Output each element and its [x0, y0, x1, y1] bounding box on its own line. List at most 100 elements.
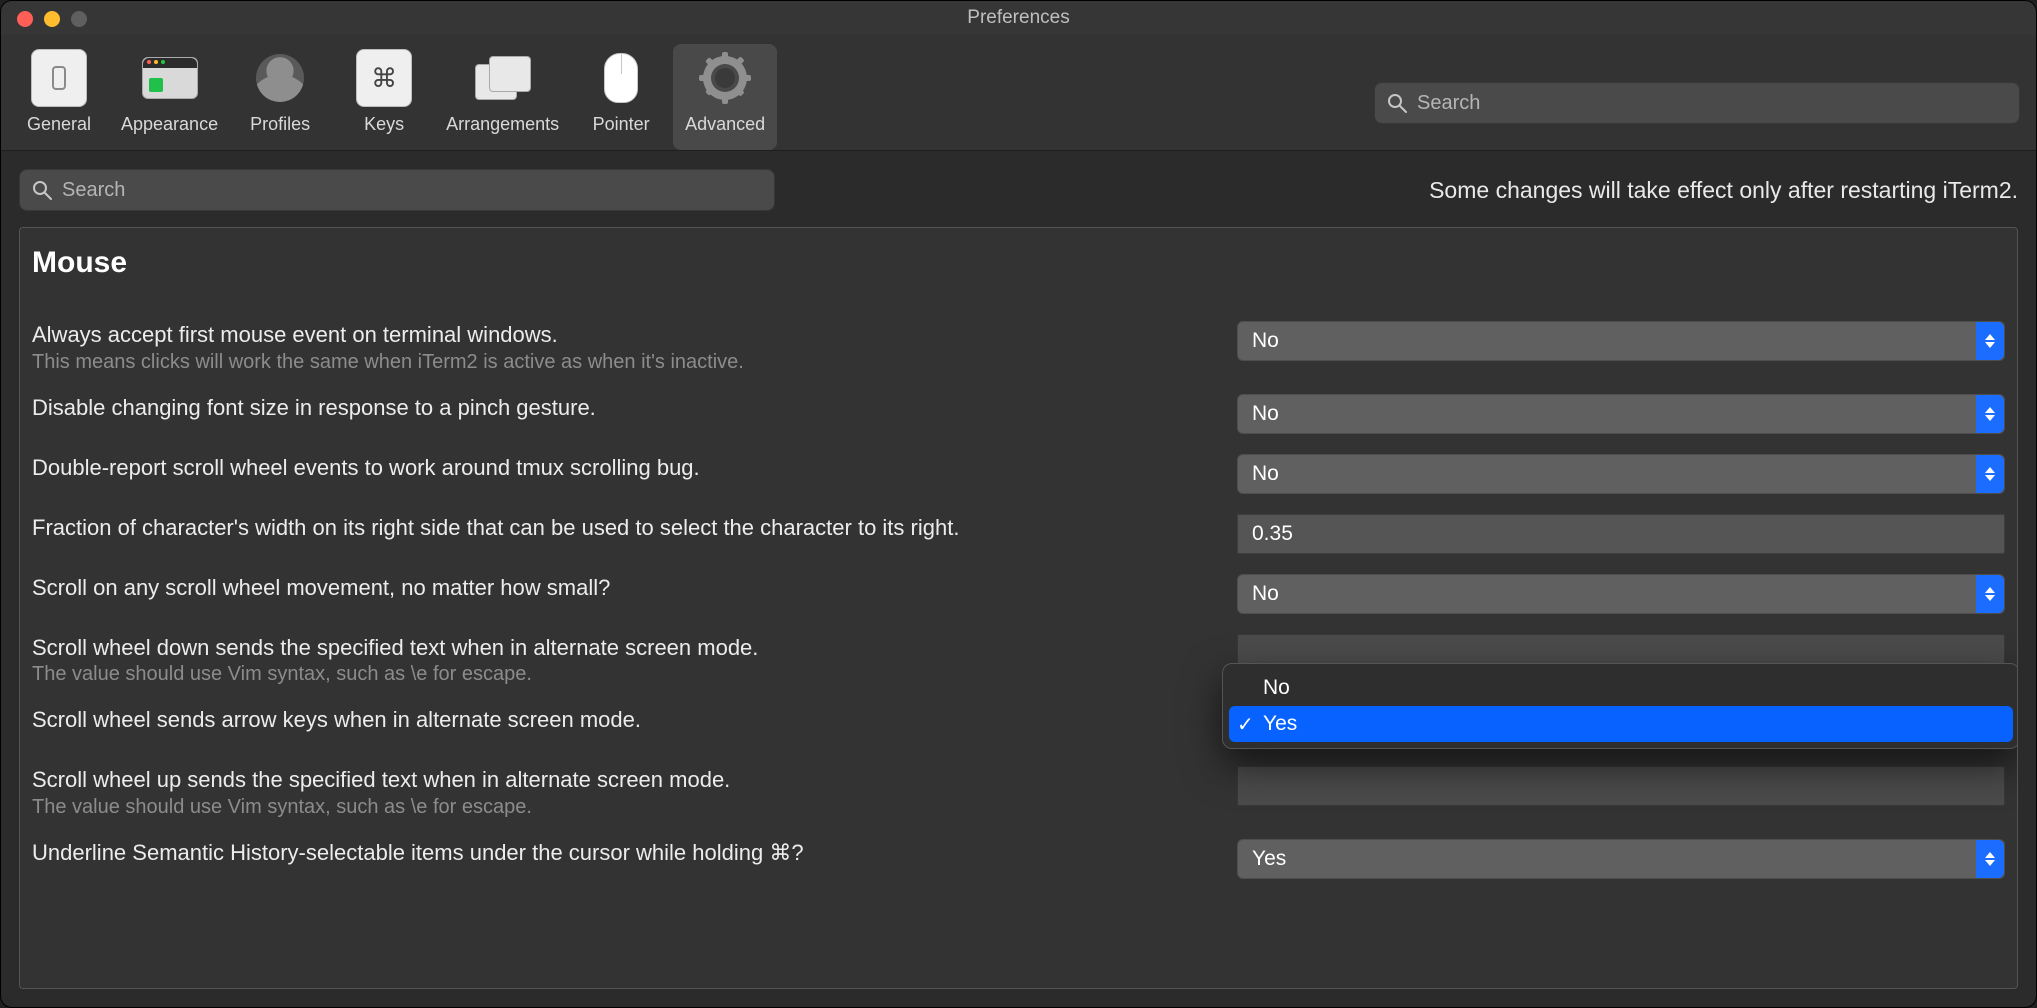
content: Some changes will take effect only after… [1, 151, 2036, 1007]
tab-pointer[interactable]: Pointer [569, 44, 673, 150]
setting-row-disable-pinch-font: Disable changing font size in response t… [20, 384, 2017, 444]
tab-label: Pointer [593, 114, 650, 135]
select-underline-semantic-history[interactable]: Yes [1237, 839, 2005, 879]
tab-general[interactable]: General [7, 44, 111, 150]
tab-label: Arrangements [446, 114, 559, 135]
select-value: No [1252, 582, 1279, 606]
setting-control: No [1237, 394, 2005, 434]
setting-row-char-right-fraction: Fraction of character's width on its rig… [20, 504, 2017, 564]
popup-option-label: Yes [1263, 712, 1297, 736]
general-icon [31, 50, 87, 106]
setting-control: Yes [1237, 839, 2005, 879]
setting-sublabel: This means clicks will work the same whe… [32, 351, 1217, 374]
tab-label: General [27, 114, 91, 135]
setting-label-wrap: Scroll wheel sends arrow keys when in al… [32, 706, 1217, 734]
setting-label-wrap: Fraction of character's width on its rig… [32, 514, 1217, 542]
tab-arrangements[interactable]: Arrangements [436, 44, 569, 150]
profiles-icon [252, 50, 308, 106]
select-disable-pinch-font[interactable]: No [1237, 394, 2005, 434]
setting-label: Scroll wheel up sends the specified text… [32, 766, 1217, 794]
stepper-icon [1976, 322, 2004, 360]
select-value: No [1252, 329, 1279, 353]
keys-icon: ⌘ [356, 50, 412, 106]
setting-sublabel: The value should use Vim syntax, such as… [32, 663, 1217, 686]
select-value: No [1252, 402, 1279, 426]
setting-control: No [1237, 321, 2005, 361]
setting-label-wrap: Double-report scroll wheel events to wor… [32, 454, 1217, 482]
pointer-icon [593, 50, 649, 106]
setting-label-wrap: Disable changing font size in response t… [32, 394, 1217, 422]
textfield-wheel-up-text[interactable] [1237, 766, 2005, 806]
arrangements-icon [475, 50, 531, 106]
select-double-report-scroll[interactable]: No [1237, 454, 2005, 494]
tab-label: Profiles [250, 114, 310, 135]
setting-row-double-report-scroll: Double-report scroll wheel events to wor… [20, 444, 2017, 504]
setting-label-wrap: Scroll wheel up sends the specified text… [32, 766, 1217, 819]
restart-notice: Some changes will take effect only after… [1429, 177, 2018, 204]
popup-option-yes[interactable]: ✓ Yes [1229, 706, 2013, 742]
setting-label-wrap: Scroll wheel down sends the specified te… [32, 634, 1217, 687]
window-title: Preferences [967, 7, 1069, 29]
tab-label: Appearance [121, 114, 218, 135]
select-accept-first-mouse[interactable]: No [1237, 321, 2005, 361]
setting-label: Double-report scroll wheel events to wor… [32, 454, 1217, 482]
setting-row-wheel-up-text: Scroll wheel up sends the specified text… [20, 756, 2017, 829]
window-zoom-button[interactable] [71, 11, 87, 27]
stepper-icon [1976, 455, 2004, 493]
stepper-icon [1976, 395, 2004, 433]
setting-label: Underline Semantic History-selectable it… [32, 839, 1217, 867]
toolbar: General Appearance Profiles ⌘ Keys [1, 36, 2036, 151]
setting-label: Fraction of character's width on its rig… [32, 514, 1217, 542]
window-controls [17, 11, 87, 27]
setting-label-wrap: Always accept first mouse event on termi… [32, 321, 1217, 374]
popup-option-label: No [1263, 676, 1290, 700]
settings-rows: Always accept first mouse event on termi… [20, 311, 2017, 929]
setting-control [1237, 766, 2005, 806]
titlebar: Preferences [1, 1, 2036, 36]
search-icon [32, 180, 52, 200]
search-icon [1387, 93, 1407, 113]
gear-icon [697, 50, 753, 106]
tab-keys[interactable]: ⌘ Keys [332, 44, 436, 150]
setting-control: No [1237, 574, 2005, 614]
tab-profiles[interactable]: Profiles [228, 44, 332, 150]
window-close-button[interactable] [17, 11, 33, 27]
settings-group-mouse: Mouse Always accept first mouse event on… [19, 227, 2018, 989]
select-scroll-any-movement[interactable]: No [1237, 574, 2005, 614]
toolbar-search-input[interactable] [1415, 91, 2007, 116]
setting-row-underline-semantic-history: Underline Semantic History-selectable it… [20, 829, 2017, 889]
advanced-search [19, 169, 775, 211]
textfield-char-right-fraction[interactable] [1237, 514, 2005, 554]
tab-appearance[interactable]: Appearance [111, 44, 228, 150]
setting-row-scroll-any-movement: Scroll on any scroll wheel movement, no … [20, 564, 2017, 624]
tab-label: Advanced [685, 114, 765, 135]
tab-label: Keys [364, 114, 404, 135]
check-icon: ✓ [1237, 712, 1254, 737]
setting-sublabel: The value should use Vim syntax, such as… [32, 796, 1217, 819]
appearance-icon [142, 50, 198, 106]
setting-label: Scroll on any scroll wheel movement, no … [32, 574, 1217, 602]
stepper-icon [1976, 575, 2004, 613]
setting-label: Scroll wheel down sends the specified te… [32, 634, 1217, 662]
setting-label: Scroll wheel sends arrow keys when in al… [32, 706, 1217, 734]
setting-control: No [1237, 454, 2005, 494]
select-popup[interactable]: No ✓ Yes [1222, 663, 2018, 749]
setting-label-wrap: Underline Semantic History-selectable it… [32, 839, 1217, 867]
setting-label-wrap: Scroll on any scroll wheel movement, no … [32, 574, 1217, 602]
toolbar-search-field[interactable] [1374, 82, 2020, 124]
advanced-search-input[interactable] [60, 178, 762, 203]
window-minimize-button[interactable] [44, 11, 60, 27]
toolbar-items: General Appearance Profiles ⌘ Keys [1, 36, 783, 150]
toolbar-search [1374, 82, 2020, 124]
setting-label: Disable changing font size in response t… [32, 394, 1217, 422]
preferences-window: Preferences General Appearance Profi [0, 0, 2037, 1008]
tab-advanced[interactable]: Advanced [673, 44, 777, 150]
setting-label: Always accept first mouse event on termi… [32, 321, 1217, 349]
select-value: No [1252, 462, 1279, 486]
setting-row-accept-first-mouse: Always accept first mouse event on termi… [20, 311, 2017, 384]
setting-control [1237, 514, 2005, 554]
content-header: Some changes will take effect only after… [19, 169, 2018, 211]
advanced-search-field[interactable] [19, 169, 775, 211]
select-value: Yes [1252, 847, 1286, 871]
popup-option-no[interactable]: No [1229, 670, 2013, 706]
